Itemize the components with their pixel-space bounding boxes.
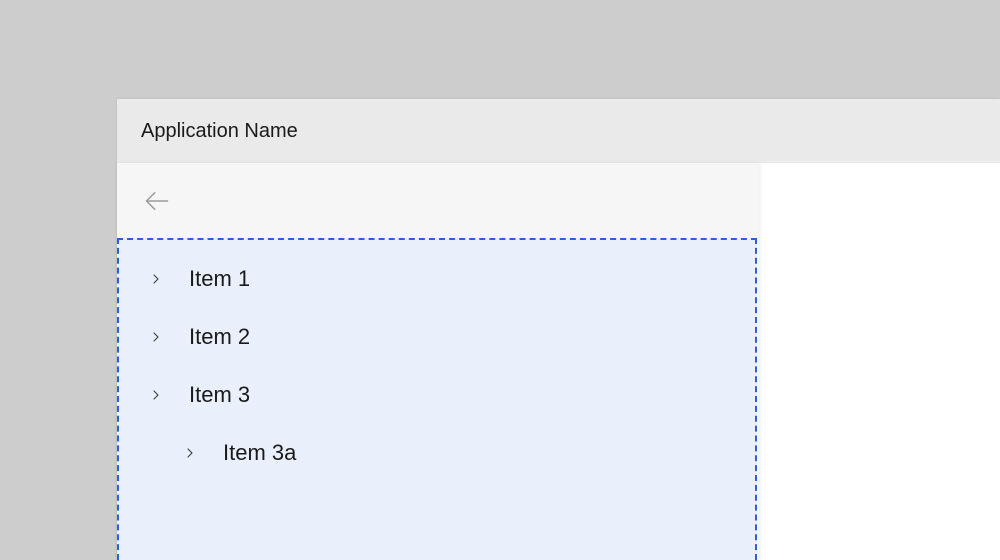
tree-item[interactable]: Item 3 [119,366,755,424]
tree-item-label: Item 2 [189,324,250,350]
nav-panel: Item 1 Item 2 Item 3 [117,163,759,560]
back-arrow-icon [143,187,171,215]
main-content [759,163,1000,560]
tree-item[interactable]: Item 2 [119,308,755,366]
chevron-right-icon[interactable] [145,268,167,290]
tree-item-label: Item 3 [189,382,250,408]
tree-item-label: Item 3a [223,440,296,466]
tree-item[interactable]: Item 3a [119,424,755,482]
content-area: Item 1 Item 2 Item 3 [117,163,1000,560]
chevron-right-icon[interactable] [179,442,201,464]
back-button[interactable] [141,185,173,217]
app-window: Application Name Item 1 [117,99,1000,560]
back-button-row [117,163,759,238]
titlebar: Application Name [117,99,1000,163]
nav-tree: Item 1 Item 2 Item 3 [117,238,757,560]
tree-item-label: Item 1 [189,266,250,292]
app-title: Application Name [141,120,298,143]
tree-item[interactable]: Item 1 [119,250,755,308]
chevron-right-icon[interactable] [145,384,167,406]
chevron-right-icon[interactable] [145,326,167,348]
